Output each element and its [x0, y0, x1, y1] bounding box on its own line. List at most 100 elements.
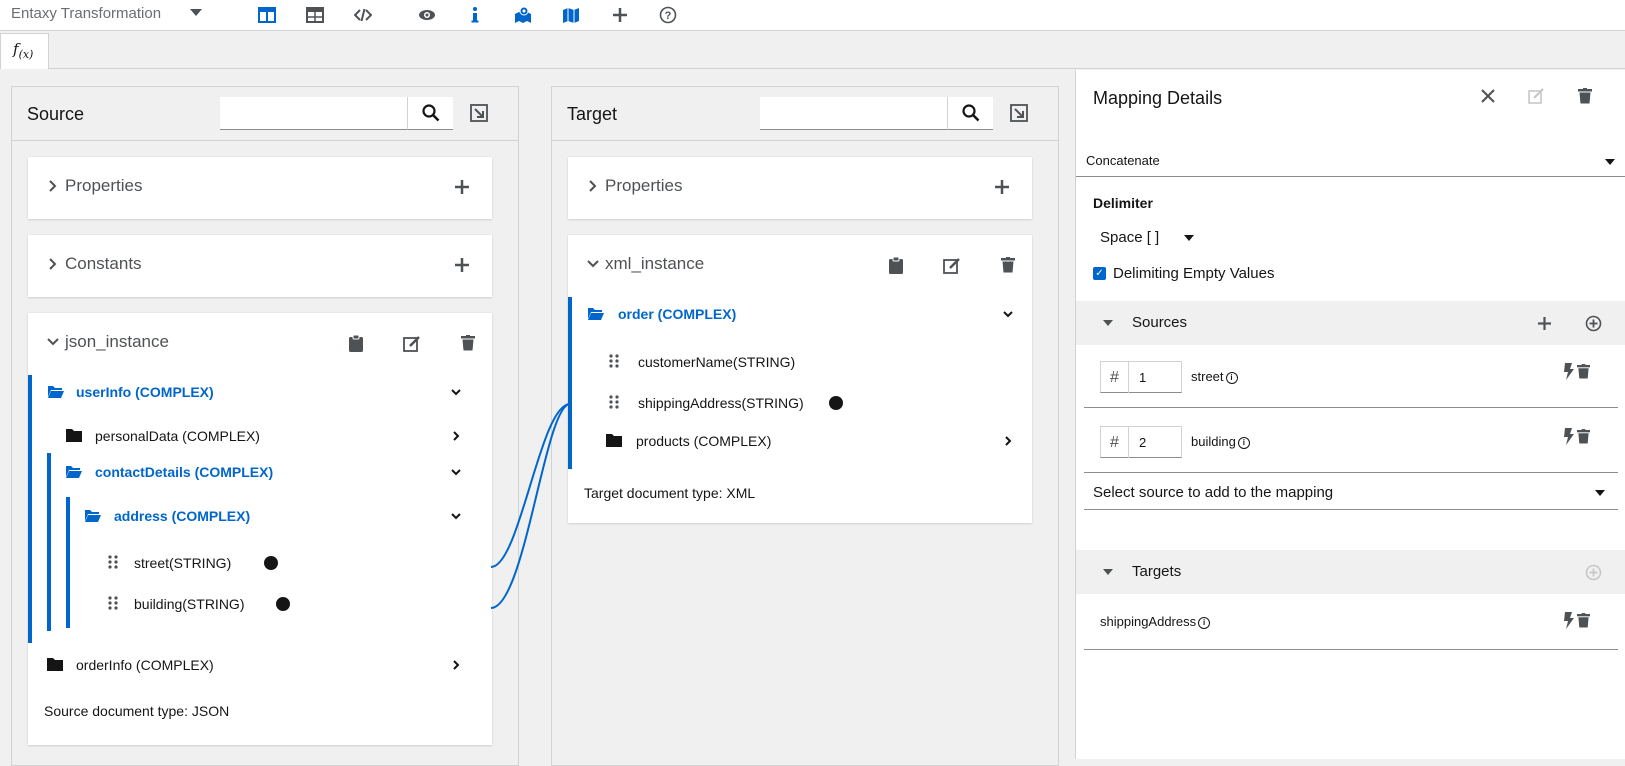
chevron-down-icon[interactable]: [450, 386, 462, 398]
source-field-label: street: [1191, 369, 1224, 384]
caret-down-icon[interactable]: [1103, 320, 1113, 326]
folder-open-icon: [588, 308, 604, 320]
source-index-field[interactable]: # 2: [1100, 426, 1182, 458]
chevron-right-icon[interactable]: [450, 430, 462, 442]
chevron-right-icon: [589, 180, 597, 192]
targets-label: Targets: [1132, 563, 1182, 580]
trash-icon[interactable]: [998, 255, 1018, 275]
tree-node-building[interactable]: building(STRING): [134, 596, 244, 612]
help-icon[interactable]: ?: [657, 4, 679, 26]
tree-node-street[interactable]: street(STRING): [134, 555, 231, 571]
folder-open-icon: [48, 386, 64, 398]
trash-icon[interactable]: [1578, 88, 1592, 104]
source-search-input[interactable]: [220, 97, 408, 130]
edit-icon[interactable]: [1528, 88, 1545, 104]
chevron-right-icon[interactable]: [450, 659, 462, 671]
search-icon: [421, 104, 439, 122]
trash-icon[interactable]: [458, 333, 478, 353]
delimiting-empty-label: Delimiting Empty Values: [1113, 265, 1275, 282]
mapping-details-panel: Mapping Details Concatenate Delimiter Sp…: [1075, 70, 1625, 759]
tree-node-customername[interactable]: customerName(STRING): [638, 354, 795, 370]
tree-node-order[interactable]: order (COMPLEX): [618, 306, 736, 322]
source-field-name: building i: [1191, 434, 1250, 449]
bolt-icon[interactable]: [1563, 428, 1575, 445]
export-icon[interactable]: [468, 102, 490, 124]
edit-icon[interactable]: [942, 255, 962, 275]
source-constants-card[interactable]: Constants: [28, 235, 492, 297]
tree-node-contactdetails[interactable]: contactDetails (COMPLEX): [95, 464, 273, 480]
xml-instance-card: xml_instance order (COMPLEX) customerNam…: [568, 235, 1032, 523]
chevron-down-icon[interactable]: [46, 335, 60, 349]
target-properties-card[interactable]: Properties: [568, 157, 1032, 219]
delimiting-empty-checkbox[interactable]: ✓: [1093, 267, 1106, 280]
map-marked-icon[interactable]: [512, 4, 534, 26]
caret-down-icon[interactable]: [1184, 235, 1194, 241]
close-icon[interactable]: [1481, 89, 1495, 103]
add-circle-icon: [1585, 564, 1602, 581]
chevron-down-icon[interactable]: [586, 257, 600, 271]
add-constant-icon[interactable]: [454, 257, 470, 273]
info-circle-icon[interactable]: i: [1198, 616, 1211, 629]
drag-handle-icon[interactable]: [609, 395, 619, 409]
trash-icon[interactable]: [1577, 429, 1590, 444]
add-property-icon[interactable]: [454, 179, 470, 195]
table-icon[interactable]: [304, 4, 326, 26]
source-index-field[interactable]: # 1: [1100, 361, 1182, 393]
source-properties-label: Properties: [65, 176, 143, 195]
chevron-right-icon: [49, 258, 57, 270]
app-title-select[interactable]: Entaxy Transformation: [11, 5, 161, 22]
chevron-down-icon[interactable]: [450, 510, 462, 522]
chevron-right-icon[interactable]: [1002, 435, 1014, 447]
source-search-button[interactable]: [407, 97, 453, 130]
source-properties-card[interactable]: Properties: [28, 157, 492, 219]
columns-icon[interactable]: [256, 4, 278, 26]
drag-handle-icon[interactable]: [108, 596, 118, 610]
function-tab[interactable]: f(x): [0, 33, 49, 69]
tree-node-shippingaddress[interactable]: shippingAddress(STRING): [638, 395, 804, 411]
clipboard-icon[interactable]: [346, 333, 366, 353]
delimiter-select[interactable]: Space [ ]: [1100, 229, 1159, 246]
target-doc-type: Target document type: XML: [584, 485, 756, 501]
clipboard-icon[interactable]: [886, 255, 906, 275]
info-circle-icon[interactable]: i: [1237, 436, 1250, 449]
trash-icon[interactable]: [1577, 364, 1590, 379]
map-icon[interactable]: [560, 4, 582, 26]
drag-handle-icon[interactable]: [108, 555, 118, 569]
trash-icon[interactable]: [1577, 613, 1590, 628]
caret-down-icon[interactable]: [1103, 569, 1113, 575]
target-search-input[interactable]: [760, 97, 948, 130]
hash-icon: #: [1101, 362, 1129, 393]
chevron-down-icon[interactable]: [450, 466, 462, 478]
source-mapping-row: # 2 building i: [1084, 410, 1618, 473]
tree-node-orderinfo[interactable]: orderInfo (COMPLEX): [76, 657, 214, 673]
source-index-value: 1: [1139, 370, 1147, 385]
drag-handle-icon[interactable]: [609, 354, 619, 368]
tree-node-personaldata[interactable]: personalData (COMPLEX): [95, 428, 260, 444]
eye-icon[interactable]: [416, 4, 438, 26]
info-circle-icon[interactable]: i: [1225, 371, 1238, 384]
source-title: Source: [27, 104, 85, 124]
add-icon[interactable]: [1537, 316, 1552, 331]
top-toolbar: Entaxy Transformation ?: [0, 0, 1625, 31]
add-property-icon[interactable]: [994, 179, 1010, 195]
chevron-right-icon: [49, 180, 57, 192]
info-icon[interactable]: [464, 4, 486, 26]
bolt-icon[interactable]: [1563, 612, 1575, 629]
sources-label: Sources: [1132, 314, 1188, 331]
tree-node-address[interactable]: address (COMPLEX): [114, 508, 250, 524]
target-field-name: shippingAddress i: [1100, 614, 1211, 629]
target-search-button[interactable]: [947, 97, 993, 130]
export-icon[interactable]: [1008, 102, 1030, 124]
add-circle-icon[interactable]: [1585, 315, 1602, 332]
bolt-icon[interactable]: [1563, 363, 1575, 380]
edit-icon[interactable]: [402, 333, 422, 353]
json-instance-label: json_instance: [65, 332, 169, 351]
tree-node-products[interactable]: products (COMPLEX): [636, 433, 771, 449]
code-icon[interactable]: [352, 4, 374, 26]
chevron-down-icon[interactable]: [1002, 308, 1014, 320]
select-source-dropdown[interactable]: Select source to add to the mapping: [1084, 475, 1618, 510]
plus-icon[interactable]: [609, 4, 631, 26]
transformation-select[interactable]: Concatenate: [1076, 145, 1625, 177]
tree-node-userinfo[interactable]: userInfo (COMPLEX): [76, 384, 214, 400]
caret-down-icon[interactable]: [190, 9, 202, 16]
